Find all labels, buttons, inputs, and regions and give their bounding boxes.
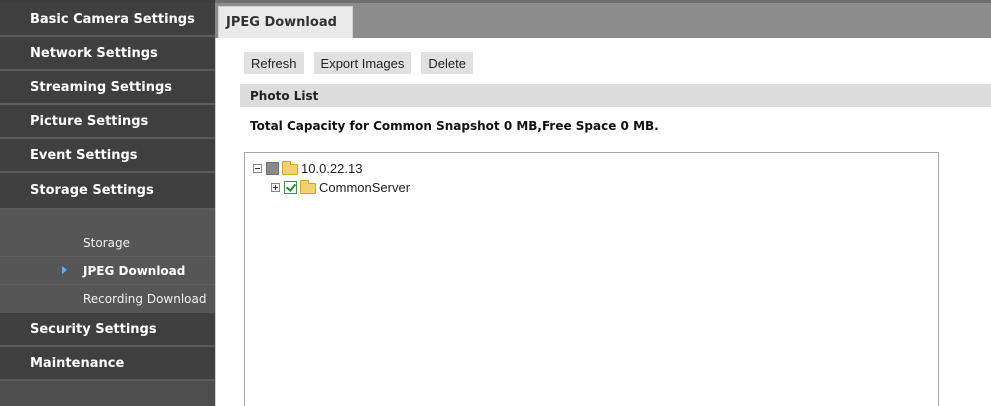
- export-images-button[interactable]: Export Images: [313, 52, 412, 74]
- expand-icon[interactable]: [271, 182, 280, 192]
- folder-icon: [300, 179, 316, 194]
- nav-label: Maintenance: [30, 355, 125, 371]
- subnav-jpeg-download[interactable]: JPEG Download: [0, 257, 215, 285]
- nav-label: Event Settings: [30, 147, 138, 163]
- toolbar: Refresh Export Images Delete: [244, 52, 473, 74]
- main-panel: JPEG Download Refresh Export Images Dele…: [215, 0, 991, 406]
- sidebar: Basic Camera Settings Network Settings S…: [0, 0, 215, 406]
- nav-network-settings[interactable]: Network Settings: [0, 37, 215, 71]
- nav-storage-settings[interactable]: Storage Settings: [0, 173, 215, 210]
- tree-checkbox-child[interactable]: [284, 180, 297, 194]
- capacity-text: Total Capacity for Common Snapshot 0 MB,…: [250, 119, 659, 133]
- nav-label: Network Settings: [30, 45, 158, 61]
- subnav-label: Storage: [83, 235, 130, 250]
- sidebar-filler: [0, 381, 215, 406]
- tree-node-child: CommonServer: [271, 178, 410, 196]
- section-title: Photo List: [250, 88, 319, 103]
- content-area: Refresh Export Images Delete Photo List …: [215, 38, 991, 406]
- folder-icon: [282, 160, 298, 175]
- nav-label: Basic Camera Settings: [30, 11, 195, 27]
- nav-label: Security Settings: [30, 321, 157, 337]
- nav-streaming-settings[interactable]: Streaming Settings: [0, 71, 215, 105]
- collapse-icon[interactable]: [253, 163, 262, 173]
- nav-maintenance[interactable]: Maintenance: [0, 347, 215, 381]
- tree-checkbox-root[interactable]: [266, 161, 279, 175]
- subnav-label: Recording Download: [83, 292, 207, 306]
- tree-node-root: 10.0.22.13: [253, 159, 362, 177]
- nav-label: Picture Settings: [30, 113, 149, 129]
- active-arrow-icon: [62, 266, 67, 274]
- nav-basic-camera-settings[interactable]: Basic Camera Settings: [0, 3, 215, 37]
- tab-label: JPEG Download: [226, 15, 337, 30]
- tab-bar: JPEG Download: [215, 0, 991, 38]
- photo-tree: 10.0.22.13 CommonServer: [244, 152, 939, 406]
- tree-node-label[interactable]: CommonServer: [319, 180, 410, 195]
- delete-button[interactable]: Delete: [421, 52, 473, 74]
- nav-label: Storage Settings: [30, 183, 154, 198]
- subnav-storage[interactable]: Storage: [0, 229, 215, 257]
- refresh-button[interactable]: Refresh: [244, 52, 304, 74]
- nav-label: Streaming Settings: [30, 79, 173, 95]
- subnav-label: JPEG Download: [83, 263, 186, 278]
- tree-node-label[interactable]: 10.0.22.13: [301, 161, 362, 176]
- storage-submenu: Storage JPEG Download Recording Download: [0, 210, 215, 313]
- nav-security-settings[interactable]: Security Settings: [0, 313, 215, 347]
- nav-event-settings[interactable]: Event Settings: [0, 139, 215, 173]
- photo-list-header: Photo List: [240, 84, 991, 107]
- subnav-recording-download[interactable]: Recording Download: [0, 285, 215, 313]
- nav-picture-settings[interactable]: Picture Settings: [0, 105, 215, 139]
- tab-jpeg-download[interactable]: JPEG Download: [218, 6, 353, 38]
